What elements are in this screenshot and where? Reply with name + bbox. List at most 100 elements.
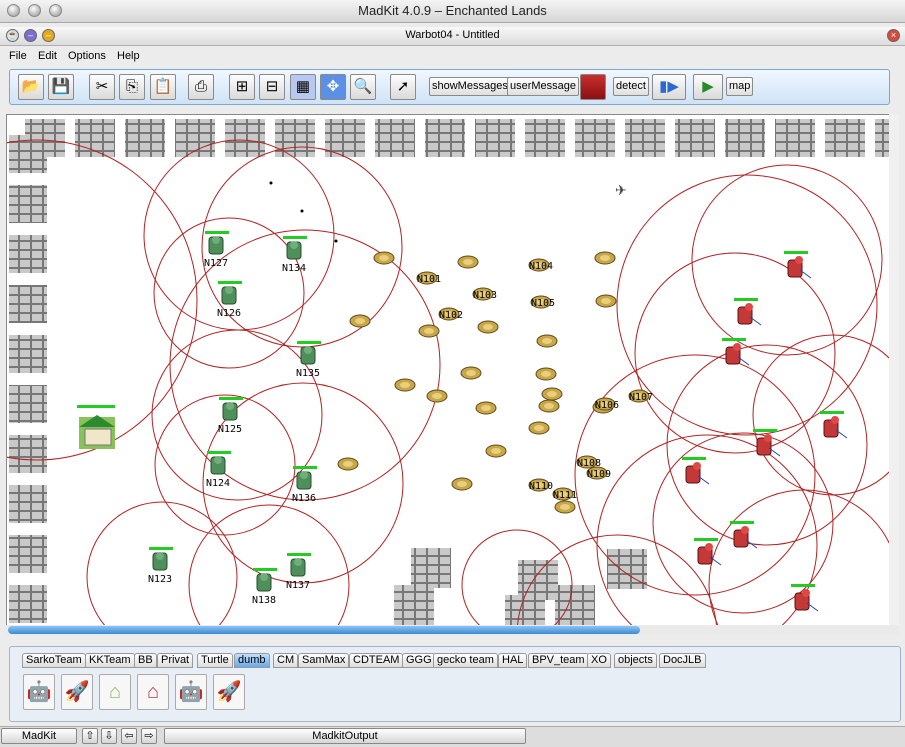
green-base[interactable]	[77, 405, 115, 449]
food-resource[interactable]: N109	[586, 466, 611, 480]
food-resource[interactable]: N101	[416, 271, 441, 285]
palette-tab-bpv-team[interactable]: BPV_team	[528, 653, 589, 668]
menu-file[interactable]: File	[9, 50, 27, 62]
cut-icon[interactable]: ✂	[89, 74, 115, 100]
select-arrow-icon[interactable]: ➚	[390, 74, 416, 100]
palette-tab-xo[interactable]: XO	[587, 653, 611, 668]
menu-help[interactable]: Help	[117, 50, 140, 62]
palette-tab-dumb[interactable]: dumb	[234, 653, 270, 668]
green-base-icon[interactable]: ⌂	[99, 674, 131, 710]
food-resource[interactable]	[418, 324, 440, 338]
zoom-icon[interactable]: 🔍	[350, 74, 376, 100]
food-resource[interactable]	[541, 387, 563, 401]
food-resource[interactable]	[528, 421, 550, 435]
palette-tab-bb[interactable]: BB	[134, 653, 157, 668]
food-resource[interactable]	[451, 477, 473, 491]
food-resource[interactable]	[554, 500, 576, 514]
green-agent[interactable]: N127	[204, 231, 229, 269]
red-agent[interactable]	[682, 457, 710, 485]
palette-tab-gecko-team[interactable]: gecko team	[433, 653, 498, 668]
food-resource[interactable]	[460, 366, 482, 380]
red-robot-icon[interactable]: 🤖	[175, 674, 207, 710]
horizontal-scroll-thumb[interactable]	[8, 626, 640, 634]
palette-tab-privat[interactable]: Privat	[157, 653, 194, 668]
food-resource[interactable]: N102	[438, 307, 463, 321]
palette-tab-cdteam[interactable]: CDTEAM	[349, 653, 404, 668]
align-horizontal-icon[interactable]: ⊞	[229, 74, 255, 100]
step-icon[interactable]: ▮▶	[652, 74, 686, 100]
palette-tab-sarkoteam[interactable]: SarkoTeam	[22, 653, 86, 668]
red-agent[interactable]	[694, 538, 722, 566]
food-resource[interactable]	[594, 251, 616, 265]
detect-button[interactable]: detect	[613, 77, 649, 96]
food-resource[interactable]	[457, 255, 479, 269]
copy-icon[interactable]: ⎘	[119, 74, 145, 100]
food-resource[interactable]	[477, 320, 499, 334]
paste-icon[interactable]: 📋	[150, 74, 176, 100]
green-agent[interactable]: N123	[148, 547, 173, 585]
map-button[interactable]: map	[726, 77, 754, 96]
food-resource[interactable]: N106	[594, 397, 619, 411]
arrow-left-icon[interactable]: ⇦	[121, 728, 137, 744]
madkit-task-button[interactable]: MadKit	[1, 728, 77, 744]
palette-tab-ggg[interactable]: GGG	[402, 653, 436, 668]
frame-close-icon[interactable]: ×	[887, 29, 900, 42]
food-resource[interactable]	[475, 401, 497, 415]
palette-tab-docjlb[interactable]: DocJLB	[659, 653, 706, 668]
madkit-output-task-button[interactable]: MadkitOutput	[164, 728, 526, 744]
green-agent[interactable]: N125	[218, 397, 243, 435]
food-resource[interactable]	[349, 314, 371, 328]
food-resource[interactable]: N104	[528, 258, 553, 272]
food-resource[interactable]	[535, 367, 557, 381]
food-resource[interactable]	[394, 378, 416, 392]
palette-tab-hal[interactable]: HAL	[498, 653, 528, 668]
red-rocket-launcher-icon[interactable]: 🚀	[213, 674, 245, 710]
palette-tab-objects[interactable]: objects	[614, 653, 657, 668]
palette-tab-turtle[interactable]: Turtle	[197, 653, 233, 668]
play-icon[interactable]: ▶	[693, 74, 723, 100]
palette-tab-sammax[interactable]: SamMax	[298, 653, 350, 668]
red-agent[interactable]	[784, 251, 812, 279]
food-resource[interactable]	[373, 251, 395, 265]
green-agent[interactable]: N136	[292, 466, 317, 504]
vertical-scrollbar[interactable]	[889, 114, 899, 625]
arrow-down-icon[interactable]: ⇩	[101, 728, 117, 744]
food-resource[interactable]	[595, 294, 617, 308]
food-resource[interactable]: N111	[552, 487, 577, 501]
red-agent[interactable]	[734, 298, 762, 326]
green-agent[interactable]: N134	[282, 236, 307, 274]
green-agent[interactable]: N126	[217, 281, 242, 319]
arrow-right-icon[interactable]: ⇨	[141, 728, 157, 744]
open-folder-icon[interactable]: 📂	[18, 74, 44, 100]
green-agent[interactable]: N137	[286, 553, 311, 591]
food-resource[interactable]: N107	[628, 389, 653, 403]
user-message-button[interactable]: userMessage	[507, 77, 580, 96]
align-vertical-icon[interactable]: ⊟	[259, 74, 285, 100]
menu-edit[interactable]: Edit	[38, 50, 57, 62]
red-agent[interactable]	[820, 411, 848, 439]
green-agent[interactable]: N138	[252, 568, 277, 606]
menu-options[interactable]: Options	[68, 50, 106, 62]
red-agent[interactable]	[722, 338, 750, 366]
fit-view-icon[interactable]: ✥	[320, 74, 346, 100]
stop-icon[interactable]	[580, 74, 606, 100]
food-resource[interactable]: N103	[472, 287, 497, 301]
grid-icon[interactable]: ▦	[290, 74, 316, 100]
world-view[interactable]: N127 N134 N126 N135 N125 N124 N136 N123 N137 N138…	[6, 114, 890, 627]
food-resource[interactable]	[426, 389, 448, 403]
food-resource[interactable]: N105	[530, 295, 555, 309]
green-robot-icon[interactable]: 🤖	[23, 674, 55, 710]
food-resource[interactable]	[485, 444, 507, 458]
palette-tab-cm[interactable]: CM	[273, 653, 299, 668]
food-resource[interactable]	[337, 457, 359, 471]
print-icon[interactable]: ⎙	[188, 74, 214, 100]
food-resource[interactable]	[538, 399, 560, 413]
red-base-icon[interactable]: ⌂	[137, 674, 169, 710]
food-resource[interactable]	[536, 334, 558, 348]
arrow-up-icon[interactable]: ⇧	[82, 728, 98, 744]
palette-tab-kkteam[interactable]: KKTeam	[85, 653, 135, 668]
show-messages-button[interactable]: showMessages	[429, 77, 511, 96]
green-rocket-launcher-icon[interactable]: 🚀	[61, 674, 93, 710]
save-icon[interactable]: 💾	[48, 74, 74, 100]
green-agent[interactable]: N124	[206, 451, 231, 489]
